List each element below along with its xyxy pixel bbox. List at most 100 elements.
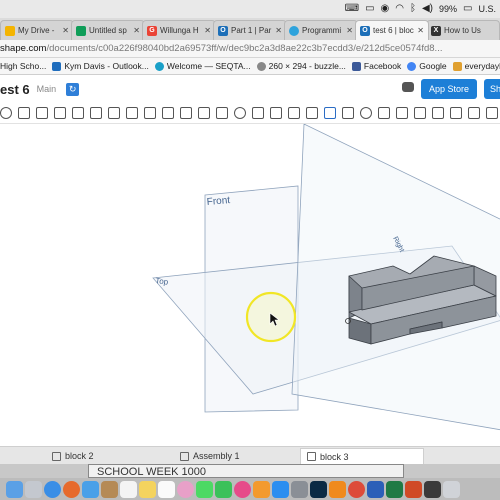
excel-icon[interactable] — [386, 480, 403, 498]
loft-icon[interactable] — [90, 106, 102, 119]
wifi-icon[interactable]: ◠ — [395, 0, 404, 18]
launchpad-icon[interactable] — [25, 480, 42, 498]
bookmark-seqta[interactable]: Welcome — SEQTA... — [154, 61, 251, 71]
hole-icon[interactable] — [216, 106, 228, 119]
google-icon — [407, 61, 417, 71]
sheet-metal-icon[interactable] — [432, 106, 444, 119]
browser-tab-part1[interactable]: O Part 1 | Par ✕ — [213, 20, 287, 40]
finder-icon[interactable] — [6, 480, 23, 498]
tab-label: Untitled sp — [89, 26, 127, 35]
mirror-icon[interactable] — [306, 106, 318, 119]
fillet-icon[interactable] — [126, 106, 138, 119]
itunes-icon[interactable] — [234, 480, 251, 498]
bookmark-high-school[interactable]: High Scho... — [0, 61, 46, 71]
browser-tab-willunga[interactable]: G Willunga H ✕ — [142, 20, 216, 40]
bookmark-everydayhero[interactable]: everydayher... — [452, 61, 500, 71]
versions-icon[interactable]: ↻ — [66, 82, 80, 96]
branch-label[interactable]: Main — [37, 84, 57, 94]
boolean-icon[interactable] — [234, 106, 246, 119]
screen-mirror-icon[interactable]: ▭ — [365, 0, 374, 18]
messages-icon[interactable] — [196, 480, 213, 498]
tab-block-2[interactable]: block 2 — [46, 448, 100, 464]
pattern-icon[interactable] — [288, 106, 300, 119]
mail-icon[interactable] — [82, 480, 99, 498]
section-view-icon[interactable] — [414, 106, 426, 119]
variable-icon[interactable] — [378, 106, 390, 119]
measure-icon[interactable] — [396, 106, 408, 119]
address-bar[interactable]: shape.com /documents/c00a226f98040bd2a69… — [0, 40, 500, 58]
appstore-icon[interactable] — [272, 480, 289, 498]
word-icon[interactable] — [367, 480, 384, 498]
tab-block-3[interactable]: block 3 — [300, 448, 424, 464]
battery-icon[interactable]: ▭ — [463, 0, 472, 18]
feature-tools-icon[interactable] — [486, 106, 498, 119]
undo-icon[interactable] — [18, 106, 30, 119]
url-path: /documents/c00a226f98040bd2a69573ff/w/de… — [46, 43, 443, 54]
transform-icon[interactable] — [270, 106, 282, 119]
close-icon[interactable]: ✕ — [417, 26, 424, 35]
bookmarks-bar: High Scho... Kym Davis - Outlook... Welc… — [0, 58, 500, 75]
sweep-icon[interactable] — [72, 106, 84, 119]
screenflow-icon[interactable] — [424, 480, 441, 498]
sketch-icon[interactable] — [0, 106, 12, 119]
vlc-icon[interactable] — [329, 480, 346, 498]
revolve-icon[interactable] — [54, 106, 66, 119]
safari-icon[interactable] — [44, 480, 61, 498]
close-icon[interactable]: ✕ — [133, 26, 140, 35]
close-icon[interactable]: ✕ — [62, 26, 69, 35]
bookmark-buzzle[interactable]: 260 × 294 - buzzle... — [256, 61, 346, 71]
draft-icon[interactable] — [162, 106, 174, 119]
preferences-icon[interactable] — [291, 480, 308, 498]
flange-icon[interactable] — [450, 106, 462, 119]
mate-connector-icon[interactable] — [360, 106, 372, 119]
ibooks-icon[interactable] — [253, 480, 270, 498]
app-store-button[interactable]: App Store — [421, 79, 477, 99]
browser-tab-drive[interactable]: My Drive - ✕ — [0, 20, 74, 40]
thicken-icon[interactable] — [108, 106, 120, 119]
split-icon[interactable] — [252, 106, 264, 119]
tab-assembly-1[interactable]: Assembly 1 — [174, 448, 246, 464]
close-icon[interactable]: ✕ — [346, 26, 353, 35]
photos-icon[interactable] — [177, 480, 194, 498]
trash-icon[interactable] — [443, 480, 460, 498]
record-icon[interactable]: ◉ — [381, 0, 390, 18]
bookmark-outlook[interactable]: Kym Davis - Outlook... — [52, 61, 149, 71]
document-title[interactable]: est 6 — [0, 82, 30, 97]
powerpoint-icon[interactable] — [405, 480, 422, 498]
input-source-label[interactable]: U.S. — [478, 4, 496, 14]
shell-icon[interactable] — [198, 106, 210, 119]
close-icon[interactable]: ✕ — [275, 26, 282, 35]
bookmark-google[interactable]: Google — [407, 61, 447, 71]
browser-tab-test6[interactable]: O test 6 | bloc ✕ — [355, 20, 429, 40]
keyboard-icon[interactable]: ⌨ — [345, 0, 359, 18]
graphics-area[interactable]: Front Top Right — [0, 124, 500, 446]
comment-icon[interactable] — [402, 82, 414, 92]
volume-icon[interactable]: ◀) — [422, 0, 433, 18]
chamfer-icon[interactable] — [144, 106, 156, 119]
seqta-icon — [154, 61, 164, 71]
share-button[interactable]: Sh — [484, 79, 500, 99]
close-icon[interactable]: ✕ — [204, 26, 211, 35]
part-studio-toolbar — [0, 102, 500, 124]
helix-icon[interactable] — [324, 106, 336, 119]
browser-tab-programming[interactable]: Programmi ✕ — [284, 20, 358, 40]
plane-icon[interactable] — [342, 106, 354, 119]
rib-icon[interactable] — [180, 106, 192, 119]
photoshop-icon[interactable] — [310, 480, 327, 498]
bookmark-label: 260 × 294 - buzzle... — [268, 61, 346, 71]
tab-label: Part 1 | Par — [231, 26, 272, 35]
extrude-icon[interactable] — [36, 106, 48, 119]
facetime-icon[interactable] — [215, 480, 232, 498]
calendar-icon[interactable] — [120, 480, 137, 498]
reminders-icon[interactable] — [158, 480, 175, 498]
firefox-icon[interactable] — [63, 480, 80, 498]
bookmark-facebook[interactable]: Facebook — [351, 61, 401, 71]
browser-tab-howto[interactable]: X How to Us — [426, 20, 500, 40]
drive-icon — [5, 25, 15, 36]
contacts-icon[interactable] — [101, 480, 118, 498]
notes-icon[interactable] — [139, 480, 156, 498]
joint-icon[interactable] — [468, 106, 480, 119]
bluetooth-icon[interactable]: ᛒ — [410, 0, 416, 18]
browser-tab-sheets[interactable]: Untitled sp ✕ — [71, 20, 145, 40]
chrome-icon[interactable] — [348, 480, 365, 498]
